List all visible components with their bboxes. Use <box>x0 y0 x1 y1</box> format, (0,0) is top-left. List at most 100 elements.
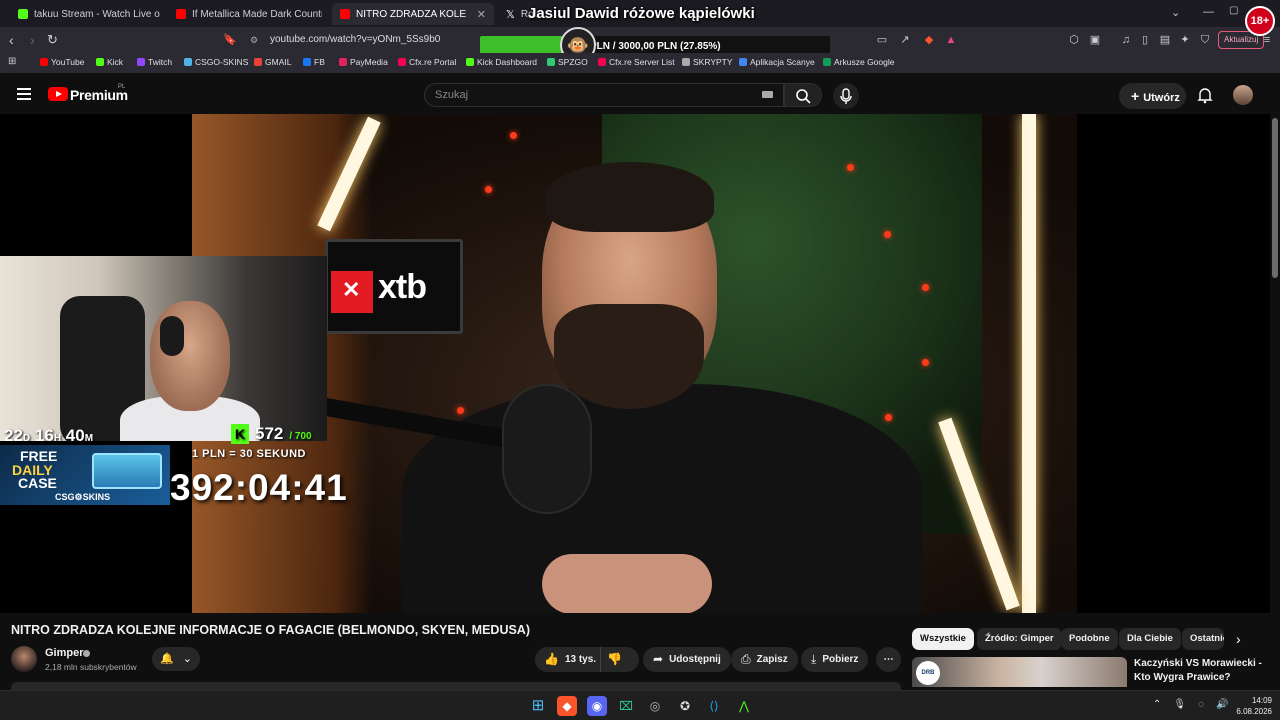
leo-ai-icon[interactable]: ✦ <box>1178 33 1192 47</box>
twitch-icon <box>137 58 145 66</box>
windows-start-icon[interactable]: ⊞ <box>528 696 548 716</box>
page-scrollbar[interactable] <box>1270 76 1280 690</box>
scanye-icon <box>739 58 747 66</box>
chip-recent[interactable]: Ostatnio <box>1182 628 1224 650</box>
back-icon[interactable]: ‹ <box>9 32 14 48</box>
bookmark-cfx-server-list[interactable]: Cfx.re Server List <box>598 57 675 67</box>
bookmark-paymedia[interactable]: PayMedia <box>339 57 388 67</box>
notifications-bell-icon[interactable] <box>1196 86 1214 104</box>
channel-avatar[interactable] <box>11 646 37 672</box>
chip-all[interactable]: Wszystkie <box>912 628 974 650</box>
share-button[interactable]: ➦ Udostępnij <box>643 647 731 672</box>
menu-icon[interactable] <box>17 88 31 103</box>
dislike-button[interactable]: 👎 <box>607 647 622 672</box>
terminal-icon[interactable]: ⌧ <box>616 696 636 716</box>
account-avatar[interactable] <box>1233 85 1253 105</box>
address-bar[interactable]: ⚙ youtube.com/watch?v=yONm_5Ss9b0 <box>240 30 480 50</box>
sidebar-icon[interactable]: ▯ <box>1138 33 1152 47</box>
chevron-down-icon[interactable]: ⌄ <box>1171 6 1180 19</box>
youtube-masthead: Premium PL Szukaj + Utwórz <box>0 76 1270 114</box>
github-icon[interactable]: ✪ <box>675 696 695 716</box>
tab-youtube-nitro[interactable]: NITRO ZDRADZA KOLEJNE INFO ✕ <box>332 3 494 25</box>
keyboard-icon[interactable] <box>762 91 773 98</box>
chip-related[interactable]: Podobne <box>1061 628 1118 650</box>
host-hand <box>542 554 712 613</box>
youtube-icon <box>40 58 48 66</box>
bookmark-youtube[interactable]: YouTube <box>40 57 84 67</box>
gmail-icon <box>254 58 262 66</box>
obs-icon[interactable]: ◎ <box>645 696 665 716</box>
bookmark-sheets[interactable]: Arkusze Google <box>823 57 894 67</box>
clock-date: 6.08.2026 <box>1236 707 1272 716</box>
vscode-icon[interactable]: ⟨⟩ <box>704 696 724 716</box>
voice-search-button[interactable] <box>833 83 859 109</box>
vpn-icon[interactable]: ⛉ <box>1198 33 1212 47</box>
download-button[interactable]: ⤓ Pobierz <box>801 647 869 672</box>
more-dots-icon: ⋯ <box>883 654 894 665</box>
like-button[interactable]: 👍 13 tys. <box>535 647 601 672</box>
scrollbar-thumb[interactable] <box>1272 118 1278 278</box>
network-icon[interactable]: ◌ <box>1198 699 1204 710</box>
more-actions-button[interactable]: ⋯ <box>876 647 901 672</box>
chevron-up-icon[interactable]: ⌃ <box>1153 699 1161 710</box>
volume-icon[interactable]: 🔊 <box>1216 699 1228 710</box>
media-icon[interactable]: ♫ <box>1119 33 1133 47</box>
forward-icon[interactable]: › <box>30 32 35 48</box>
share-icon: ➦ <box>653 652 664 666</box>
save-button[interactable]: ⎙ Zapisz <box>731 647 798 672</box>
subscription-bell-button[interactable]: 🔔 ⌄ <box>152 647 200 671</box>
minimize-icon[interactable]: — <box>1203 6 1214 18</box>
recommended-video-title[interactable]: Kaczyński VS Morawiecki - Kto Wygra Praw… <box>1134 657 1264 685</box>
tab-kick-stream[interactable]: takuu Stream - Watch Live on Kic <box>10 3 160 25</box>
tab-youtube-metallica[interactable]: If Metallica Made Dark Country (Seeb <box>168 3 322 25</box>
bookmarks-bar: ⊞ YouTube Kick Twitch CSGO-SKINS GMAIL F… <box>0 53 1280 73</box>
brave-browser-icon[interactable]: ◆ <box>557 696 577 716</box>
wallet2-icon[interactable]: ▤ <box>1158 33 1172 47</box>
bookmark-csgo-skins[interactable]: CSGO-SKINS <box>184 57 248 67</box>
bookmark-spzgo[interactable]: SPZGO <box>547 57 588 67</box>
app-icon[interactable]: ⋀ <box>734 696 754 716</box>
channel-name[interactable]: Gimper <box>45 647 84 659</box>
extensions-icon[interactable]: ⬡ <box>1067 33 1081 47</box>
search-input[interactable]: Szukaj <box>424 83 784 107</box>
chip-from-channel[interactable]: Źródło: Gimper <box>977 628 1062 650</box>
bookmark-twitch[interactable]: Twitch <box>137 57 172 67</box>
brave-shields-icon[interactable]: ◆ <box>922 33 936 47</box>
system-clock[interactable]: 14:09 6.08.2026 <box>1228 695 1272 717</box>
maximize-icon[interactable]: ▢ <box>1229 5 1238 16</box>
bookmark-cfx-portal[interactable]: Cfx.re Portal <box>398 57 456 67</box>
wallet-icon[interactable]: ▣ <box>1088 33 1102 47</box>
bookmark-kick-dashboard[interactable]: Kick Dashboard <box>466 57 537 67</box>
microphone-icon[interactable]: 🎙 <box>1173 699 1186 710</box>
apps-grid-icon[interactable]: ⊞ <box>8 56 16 67</box>
bookmark-scanye[interactable]: Aplikacja Scanye <box>739 57 815 67</box>
bookmark-gmail[interactable]: GMAIL <box>254 57 291 67</box>
bookmark-icon[interactable]: 🔖 <box>223 33 237 46</box>
video-player[interactable]: xtb 22D 16H 40M K 572 / 700 1 PLN = 30 S… <box>0 114 1270 613</box>
search-button[interactable] <box>784 83 822 107</box>
chevron-right-icon[interactable]: › <box>1236 631 1241 647</box>
bookmark-fb[interactable]: FB <box>303 57 325 67</box>
facebook-icon <box>303 58 311 66</box>
bell-icon: 🔔 <box>160 653 174 665</box>
discord-icon[interactable]: ◉ <box>587 696 607 716</box>
bookmark-skrypty[interactable]: SKRYPTY <box>682 57 733 67</box>
subathon-countdown: 22D 16H 40M <box>4 426 94 445</box>
chevron-down-icon: ⌄ <box>182 653 192 665</box>
bookmark-kick[interactable]: Kick <box>96 57 123 67</box>
video-title: NITRO ZDRADZA KOLEJNE INFORMACJE O FAGAC… <box>11 623 530 637</box>
close-tab-icon[interactable]: ✕ <box>477 8 486 21</box>
plus-icon: + <box>1131 88 1140 104</box>
description-box[interactable] <box>11 682 901 690</box>
chip-for-you[interactable]: Dla Ciebie <box>1119 628 1181 650</box>
create-button[interactable]: + Utwórz <box>1119 83 1186 109</box>
brave-rewards-icon[interactable]: ▲ <box>944 33 958 47</box>
site-info-icon[interactable]: ⚙ <box>250 30 258 50</box>
folder-icon <box>682 58 690 66</box>
share-icon[interactable]: ↗ <box>898 33 912 47</box>
reload-icon[interactable]: ↻ <box>47 32 58 48</box>
youtube-logo-icon[interactable] <box>48 87 68 101</box>
case-box-icon <box>92 453 162 489</box>
screenshot-icon[interactable]: ▭ <box>875 33 889 47</box>
recommended-video-thumbnail[interactable] <box>912 657 1127 687</box>
